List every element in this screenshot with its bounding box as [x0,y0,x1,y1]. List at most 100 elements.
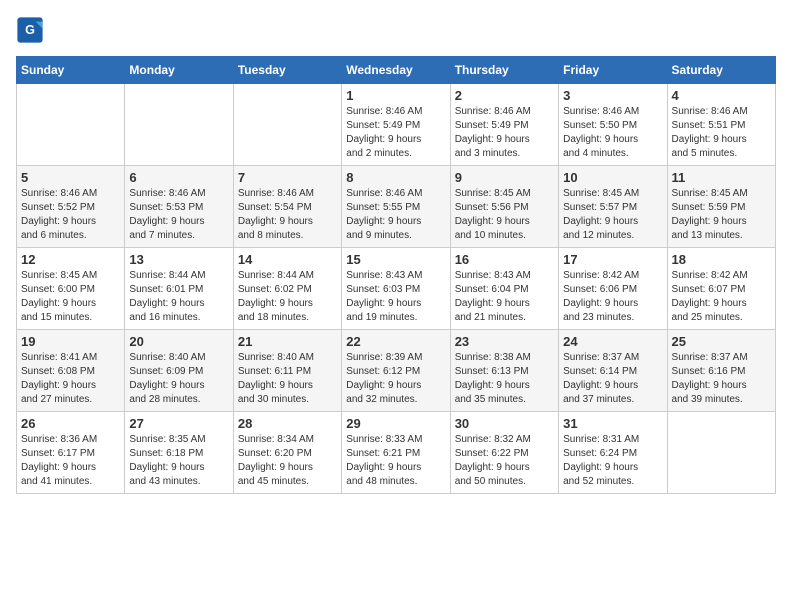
calendar-cell: 18 Sunrise: 8:42 AM Sunset: 6:07 PM Dayli… [667,248,775,330]
day-info: Sunrise: 8:42 AM Sunset: 6:06 PM Dayligh… [563,269,662,325]
day-info: Sunrise: 8:46 AM Sunset: 5:49 PM Dayligh… [346,105,445,161]
day-info: Sunrise: 8:31 AM Sunset: 6:24 PM Dayligh… [563,433,662,489]
day-number: 1 [346,88,445,103]
day-number: 4 [672,88,771,103]
day-info: Sunrise: 8:46 AM Sunset: 5:50 PM Dayligh… [563,105,662,161]
day-number: 18 [672,252,771,267]
calendar-cell: 24Sunrise: 8:37 AM Sunset: 6:14 PM Dayli… [559,330,667,412]
day-info: Sunrise: 8:46 AM Sunset: 5:52 PM Dayligh… [21,187,120,243]
day-number: 25 [672,334,771,349]
day-number: 15 [346,252,445,267]
weekday-header-sunday: Sunday [17,57,125,84]
calendar-table: SundayMondayTuesdayWednesdayThursdayFrid… [16,56,776,494]
day-info: Sunrise: 8:46 AM Sunset: 5:54 PM Dayligh… [238,187,337,243]
calendar-cell: 2Sunrise: 8:46 AM Sunset: 5:49 PM Daylig… [450,84,558,166]
day-number: 26 [21,416,120,431]
day-info: Sunrise: 8:34 AM Sunset: 6:20 PM Dayligh… [238,433,337,489]
calendar-cell: 11 Sunrise: 8:45 AM Sunset: 5:59 PM Dayli… [667,166,775,248]
day-number: 14 [238,252,337,267]
day-number: 8 [346,170,445,185]
day-number: 28 [238,416,337,431]
calendar-body: 1 Sunrise: 8:46 AM Sunset: 5:49 PM Daylig… [17,84,776,494]
calendar-cell: 1 Sunrise: 8:46 AM Sunset: 5:49 PM Daylig… [342,84,450,166]
day-info: Sunrise: 8:39 AM Sunset: 6:12 PM Dayligh… [346,351,445,407]
calendar-cell: 30Sunrise: 8:32 AM Sunset: 6:22 PM Dayli… [450,412,558,494]
day-info: Sunrise: 8:40 AM Sunset: 6:11 PM Dayligh… [238,351,337,407]
calendar-cell: 12 Sunrise: 8:45 AM Sunset: 6:00 PM Dayli… [17,248,125,330]
day-info: Sunrise: 8:38 AM Sunset: 6:13 PM Dayligh… [455,351,554,407]
day-info: Sunrise: 8:45 AM Sunset: 5:59 PM Dayligh… [672,187,771,243]
calendar-cell: 23 Sunrise: 8:38 AM Sunset: 6:13 PM Dayli… [450,330,558,412]
day-number: 27 [129,416,228,431]
day-info: Sunrise: 8:43 AM Sunset: 6:04 PM Dayligh… [455,269,554,325]
weekday-header-row: SundayMondayTuesdayWednesdayThursdayFrid… [17,57,776,84]
day-number: 13 [129,252,228,267]
logo: G [16,16,48,44]
day-info: Sunrise: 8:35 AM Sunset: 6:18 PM Dayligh… [129,433,228,489]
day-info: Sunrise: 8:45 AM Sunset: 5:57 PM Dayligh… [563,187,662,243]
calendar-cell: 10 Sunrise: 8:45 AM Sunset: 5:57 PM Dayli… [559,166,667,248]
day-info: Sunrise: 8:46 AM Sunset: 5:53 PM Dayligh… [129,187,228,243]
day-number: 20 [129,334,228,349]
calendar-cell: 25 Sunrise: 8:37 AM Sunset: 6:16 PM Dayli… [667,330,775,412]
calendar-cell: 26 Sunrise: 8:36 AM Sunset: 6:17 PM Dayli… [17,412,125,494]
day-info: Sunrise: 8:44 AM Sunset: 6:02 PM Dayligh… [238,269,337,325]
calendar-cell: 19 Sunrise: 8:41 AM Sunset: 6:08 PM Dayli… [17,330,125,412]
calendar-cell: 16 Sunrise: 8:43 AM Sunset: 6:04 PM Dayli… [450,248,558,330]
day-number: 5 [21,170,120,185]
day-number: 29 [346,416,445,431]
weekday-header-tuesday: Tuesday [233,57,341,84]
day-number: 24 [563,334,662,349]
calendar-cell [233,84,341,166]
calendar-week-5: 26 Sunrise: 8:36 AM Sunset: 6:17 PM Dayli… [17,412,776,494]
day-number: 19 [21,334,120,349]
calendar-cell: 29Sunrise: 8:33 AM Sunset: 6:21 PM Dayli… [342,412,450,494]
calendar-header: SundayMondayTuesdayWednesdayThursdayFrid… [17,57,776,84]
weekday-header-saturday: Saturday [667,57,775,84]
calendar-cell: 9 Sunrise: 8:45 AM Sunset: 5:56 PM Daylig… [450,166,558,248]
day-number: 2 [455,88,554,103]
day-number: 22 [346,334,445,349]
day-number: 12 [21,252,120,267]
calendar-cell: 22 Sunrise: 8:39 AM Sunset: 6:12 PM Dayli… [342,330,450,412]
day-info: Sunrise: 8:41 AM Sunset: 6:08 PM Dayligh… [21,351,120,407]
calendar-week-1: 1 Sunrise: 8:46 AM Sunset: 5:49 PM Daylig… [17,84,776,166]
calendar-cell: 5 Sunrise: 8:46 AM Sunset: 5:52 PM Daylig… [17,166,125,248]
day-number: 23 [455,334,554,349]
day-info: Sunrise: 8:36 AM Sunset: 6:17 PM Dayligh… [21,433,120,489]
day-info: Sunrise: 8:46 AM Sunset: 5:55 PM Dayligh… [346,187,445,243]
calendar-cell: 3Sunrise: 8:46 AM Sunset: 5:50 PM Daylig… [559,84,667,166]
calendar-cell: 6 Sunrise: 8:46 AM Sunset: 5:53 PM Daylig… [125,166,233,248]
weekday-header-wednesday: Wednesday [342,57,450,84]
day-info: Sunrise: 8:44 AM Sunset: 6:01 PM Dayligh… [129,269,228,325]
day-info: Sunrise: 8:40 AM Sunset: 6:09 PM Dayligh… [129,351,228,407]
day-number: 30 [455,416,554,431]
calendar-cell [125,84,233,166]
day-info: Sunrise: 8:37 AM Sunset: 6:16 PM Dayligh… [672,351,771,407]
calendar-cell: 8 Sunrise: 8:46 AM Sunset: 5:55 PM Daylig… [342,166,450,248]
day-number: 6 [129,170,228,185]
calendar-cell [17,84,125,166]
svg-text:G: G [25,23,35,37]
day-info: Sunrise: 8:45 AM Sunset: 5:56 PM Dayligh… [455,187,554,243]
day-info: Sunrise: 8:42 AM Sunset: 6:07 PM Dayligh… [672,269,771,325]
day-number: 31 [563,416,662,431]
calendar-cell: 21 Sunrise: 8:40 AM Sunset: 6:11 PM Dayli… [233,330,341,412]
day-number: 21 [238,334,337,349]
calendar-cell: 31 Sunrise: 8:31 AM Sunset: 6:24 PM Dayli… [559,412,667,494]
calendar-week-4: 19 Sunrise: 8:41 AM Sunset: 6:08 PM Dayli… [17,330,776,412]
calendar-cell: 4Sunrise: 8:46 AM Sunset: 5:51 PM Daylig… [667,84,775,166]
weekday-header-thursday: Thursday [450,57,558,84]
calendar-cell: 28 Sunrise: 8:34 AM Sunset: 6:20 PM Dayli… [233,412,341,494]
day-number: 16 [455,252,554,267]
calendar-cell: 20 Sunrise: 8:40 AM Sunset: 6:09 PM Dayli… [125,330,233,412]
calendar-cell: 7Sunrise: 8:46 AM Sunset: 5:54 PM Daylig… [233,166,341,248]
day-info: Sunrise: 8:45 AM Sunset: 6:00 PM Dayligh… [21,269,120,325]
day-number: 10 [563,170,662,185]
day-number: 9 [455,170,554,185]
day-number: 17 [563,252,662,267]
calendar-week-3: 12 Sunrise: 8:45 AM Sunset: 6:00 PM Dayli… [17,248,776,330]
calendar-cell: 15Sunrise: 8:43 AM Sunset: 6:03 PM Dayli… [342,248,450,330]
page-header: G [16,16,776,44]
day-number: 11 [672,170,771,185]
